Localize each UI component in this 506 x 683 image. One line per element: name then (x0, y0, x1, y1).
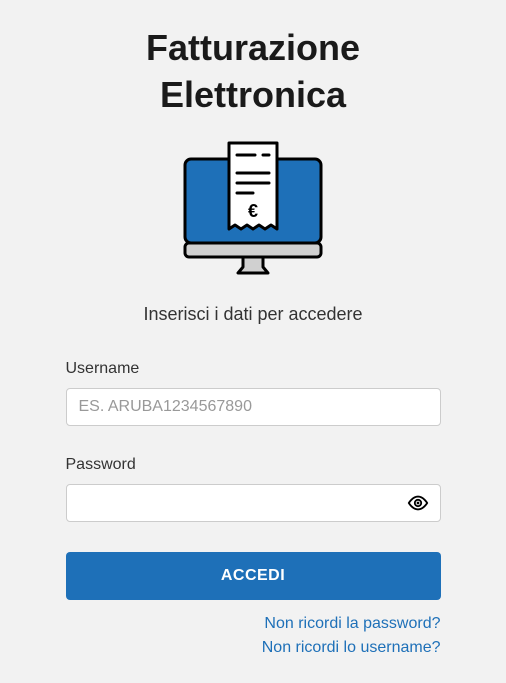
password-input[interactable] (66, 484, 441, 522)
title-line-2: Elettronica (160, 74, 346, 115)
password-label: Password (66, 456, 441, 474)
password-group: Password (66, 456, 441, 522)
eye-icon (407, 492, 429, 514)
username-group: Username (66, 360, 441, 426)
svg-text:€: € (248, 201, 258, 221)
forgot-password-link[interactable]: Non ricordi la password? (66, 615, 441, 633)
help-links: Non ricordi la password? Non ricordi lo … (66, 615, 441, 663)
login-button[interactable]: ACCEDI (66, 552, 441, 600)
logo: € (173, 139, 333, 284)
password-input-wrapper (66, 484, 441, 522)
invoice-computer-icon: € (173, 139, 333, 279)
page-title: Fatturazione Elettronica (146, 25, 360, 119)
title-line-1: Fatturazione (146, 27, 360, 68)
username-input[interactable] (66, 388, 441, 426)
subtitle: Inserisci i dati per accedere (143, 304, 362, 325)
login-form: Username Password ACCEDI Non ricordi la … (66, 360, 441, 663)
username-label: Username (66, 360, 441, 378)
forgot-username-link[interactable]: Non ricordi lo username? (66, 639, 441, 657)
toggle-password-visibility-button[interactable] (403, 488, 433, 518)
